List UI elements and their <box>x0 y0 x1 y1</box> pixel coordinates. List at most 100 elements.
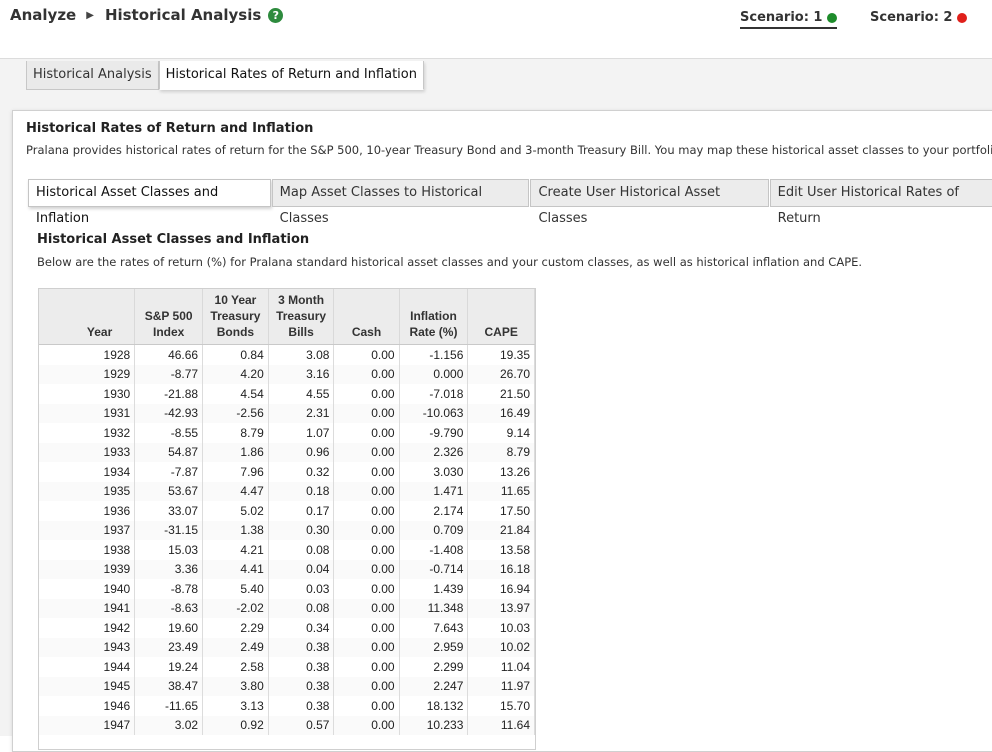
cell-cash: 0.00 <box>333 403 400 423</box>
cell-cash: 0.00 <box>333 442 400 462</box>
cell-cape: 26.70 <box>467 364 535 384</box>
cell-sp500: 15.03 <box>134 540 204 560</box>
rates-table-container[interactable]: Year S&P 500 Index 10 Year Treasury Bonds 3 Mo… <box>38 288 536 750</box>
cell-sp500: -8.55 <box>134 423 204 443</box>
cell-treasury-bonds: 4.21 <box>202 540 269 560</box>
table-row: 1930 -21.88 4.54 4.55 0.00 -7.018 21.50 <box>39 384 535 404</box>
cell-treasury-bills: 0.04 <box>268 559 335 579</box>
cell-sp500: 53.67 <box>134 481 204 501</box>
outer-tab-bar: Historical Analysis Historical Rates of … <box>26 61 424 90</box>
column-header-line: Treasury <box>276 309 327 323</box>
cell-treasury-bills: 0.08 <box>268 540 335 560</box>
cell-year: 1937 <box>39 520 136 540</box>
cell-sp500: -31.15 <box>134 520 204 540</box>
caret-right-icon: ▶ <box>86 9 94 21</box>
cell-treasury-bonds: -2.56 <box>202 403 269 423</box>
cell-cash: 0.00 <box>333 559 400 579</box>
cell-sp500: -11.65 <box>134 696 204 716</box>
table-row: 1937 -31.15 1.38 0.30 0.00 0.709 21.84 <box>39 520 535 540</box>
table-row: 1932 -8.55 8.79 1.07 0.00 -9.790 9.14 <box>39 423 535 443</box>
cell-treasury-bills: 0.38 <box>268 696 335 716</box>
table-row: 1931 -42.93 -2.56 2.31 0.00 -10.063 16.49 <box>39 403 535 423</box>
cell-treasury-bonds: 1.38 <box>202 520 269 540</box>
cell-cape: 13.26 <box>467 462 535 482</box>
cell-sp500: 54.87 <box>134 442 204 462</box>
cell-cape: 15.70 <box>467 696 535 716</box>
cell-treasury-bills: 4.55 <box>268 384 335 404</box>
cell-inflation: -0.714 <box>399 559 469 579</box>
scenario-2-selector[interactable]: Scenario: 2 <box>870 10 968 25</box>
cell-cape: 10.03 <box>467 618 535 638</box>
cell-treasury-bills: 0.32 <box>268 462 335 482</box>
cell-cash: 0.00 <box>333 520 400 540</box>
tab-historical-rates-of-return[interactable]: Historical Rates of Return and Inflation <box>158 61 424 90</box>
cell-treasury-bonds: -2.02 <box>202 598 269 618</box>
table-row: 1938 15.03 4.21 0.08 0.00 -1.408 13.58 <box>39 540 535 560</box>
column-header-line: Cash <box>351 325 382 339</box>
cell-year: 1941 <box>39 598 136 618</box>
table-row: 1946 -11.65 3.13 0.38 0.00 18.132 15.70 <box>39 696 535 716</box>
top-bar: Analyze ▶ Historical Analysis ? Scenario… <box>0 0 992 59</box>
cell-treasury-bonds: 4.54 <box>202 384 269 404</box>
cell-cash: 0.00 <box>333 344 400 365</box>
column-header-inflation: Inflation Rate (%) <box>399 289 469 345</box>
column-header-line: Year <box>86 325 113 339</box>
cell-cape: 11.97 <box>467 676 535 696</box>
tab-create-user-classes[interactable]: Create User Historical Asset Classes <box>530 179 769 226</box>
tab-edit-user-rates[interactable]: Edit User Historical Rates of Return <box>769 179 992 226</box>
cell-sp500: 19.60 <box>134 618 204 638</box>
cell-treasury-bills: 0.38 <box>268 676 335 696</box>
cell-inflation: 11.348 <box>399 598 469 618</box>
cell-year: 1944 <box>39 657 136 677</box>
cell-cash: 0.00 <box>333 384 400 404</box>
cell-treasury-bills: 0.34 <box>268 618 335 638</box>
help-icon[interactable]: ? <box>268 7 284 23</box>
panel-title: Historical Rates of Return and Inflation <box>26 121 314 136</box>
cell-year: 1945 <box>39 676 136 696</box>
cell-treasury-bills: 3.16 <box>268 364 335 384</box>
table-row: 1943 23.49 2.49 0.38 0.00 2.959 10.02 <box>39 637 535 657</box>
cell-inflation: 7.643 <box>399 618 469 638</box>
cell-inflation: 1.439 <box>399 579 469 599</box>
rates-panel: Historical Rates of Return and Inflation… <box>12 110 992 752</box>
column-header-line: CAPE <box>484 325 518 339</box>
cell-inflation: -1.408 <box>399 540 469 560</box>
column-header-line: 10 Year <box>214 293 257 307</box>
cell-cash: 0.00 <box>333 696 400 716</box>
cell-inflation: 10.233 <box>399 715 469 735</box>
cell-year: 1936 <box>39 501 136 521</box>
cell-treasury-bonds: 3.13 <box>202 696 269 716</box>
table-row: 1936 33.07 5.02 0.17 0.00 2.174 17.50 <box>39 501 535 521</box>
tab-historical-asset-classes[interactable]: Historical Asset Classes and Inflation <box>28 179 271 226</box>
cell-cash: 0.00 <box>333 637 400 657</box>
column-header-line: Treasury <box>210 309 261 323</box>
cell-cash: 0.00 <box>333 462 400 482</box>
cell-treasury-bonds: 0.92 <box>202 715 269 735</box>
cell-cash: 0.00 <box>333 598 400 618</box>
scenario-1-label: Scenario: 1 <box>740 10 823 25</box>
cell-cash: 0.00 <box>333 618 400 638</box>
cell-cash: 0.00 <box>333 540 400 560</box>
column-header-treasury-bonds: 10 Year Treasury Bonds <box>202 289 269 345</box>
cell-year: 1947 <box>39 715 136 735</box>
cell-year: 1935 <box>39 481 136 501</box>
table-row: 1940 -8.78 5.40 0.03 0.00 1.439 16.94 <box>39 579 535 599</box>
scenario-1-selector[interactable]: Scenario: 1 <box>740 10 838 29</box>
cell-inflation: -7.018 <box>399 384 469 404</box>
cell-treasury-bonds: 2.49 <box>202 637 269 657</box>
rates-table: Year S&P 500 Index 10 Year Treasury Bonds 3 Mo… <box>39 289 535 735</box>
column-header-line: Index <box>153 325 185 339</box>
cell-sp500: 3.36 <box>134 559 204 579</box>
table-row: 1945 38.47 3.80 0.38 0.00 2.247 11.97 <box>39 676 535 696</box>
tab-map-asset-classes[interactable]: Map Asset Classes to Historical Classes <box>271 179 530 226</box>
cell-sp500: 23.49 <box>134 637 204 657</box>
tab-historical-analysis[interactable]: Historical Analysis <box>26 61 159 90</box>
cell-cape: 8.79 <box>467 442 535 462</box>
cell-year: 1931 <box>39 403 136 423</box>
cell-year: 1930 <box>39 384 136 404</box>
breadcrumb-analyze[interactable]: Analyze <box>10 6 76 24</box>
cell-cape: 11.64 <box>467 715 535 735</box>
cell-treasury-bills: 0.30 <box>268 520 335 540</box>
cell-year: 1938 <box>39 540 136 560</box>
cell-inflation: 0.709 <box>399 520 469 540</box>
